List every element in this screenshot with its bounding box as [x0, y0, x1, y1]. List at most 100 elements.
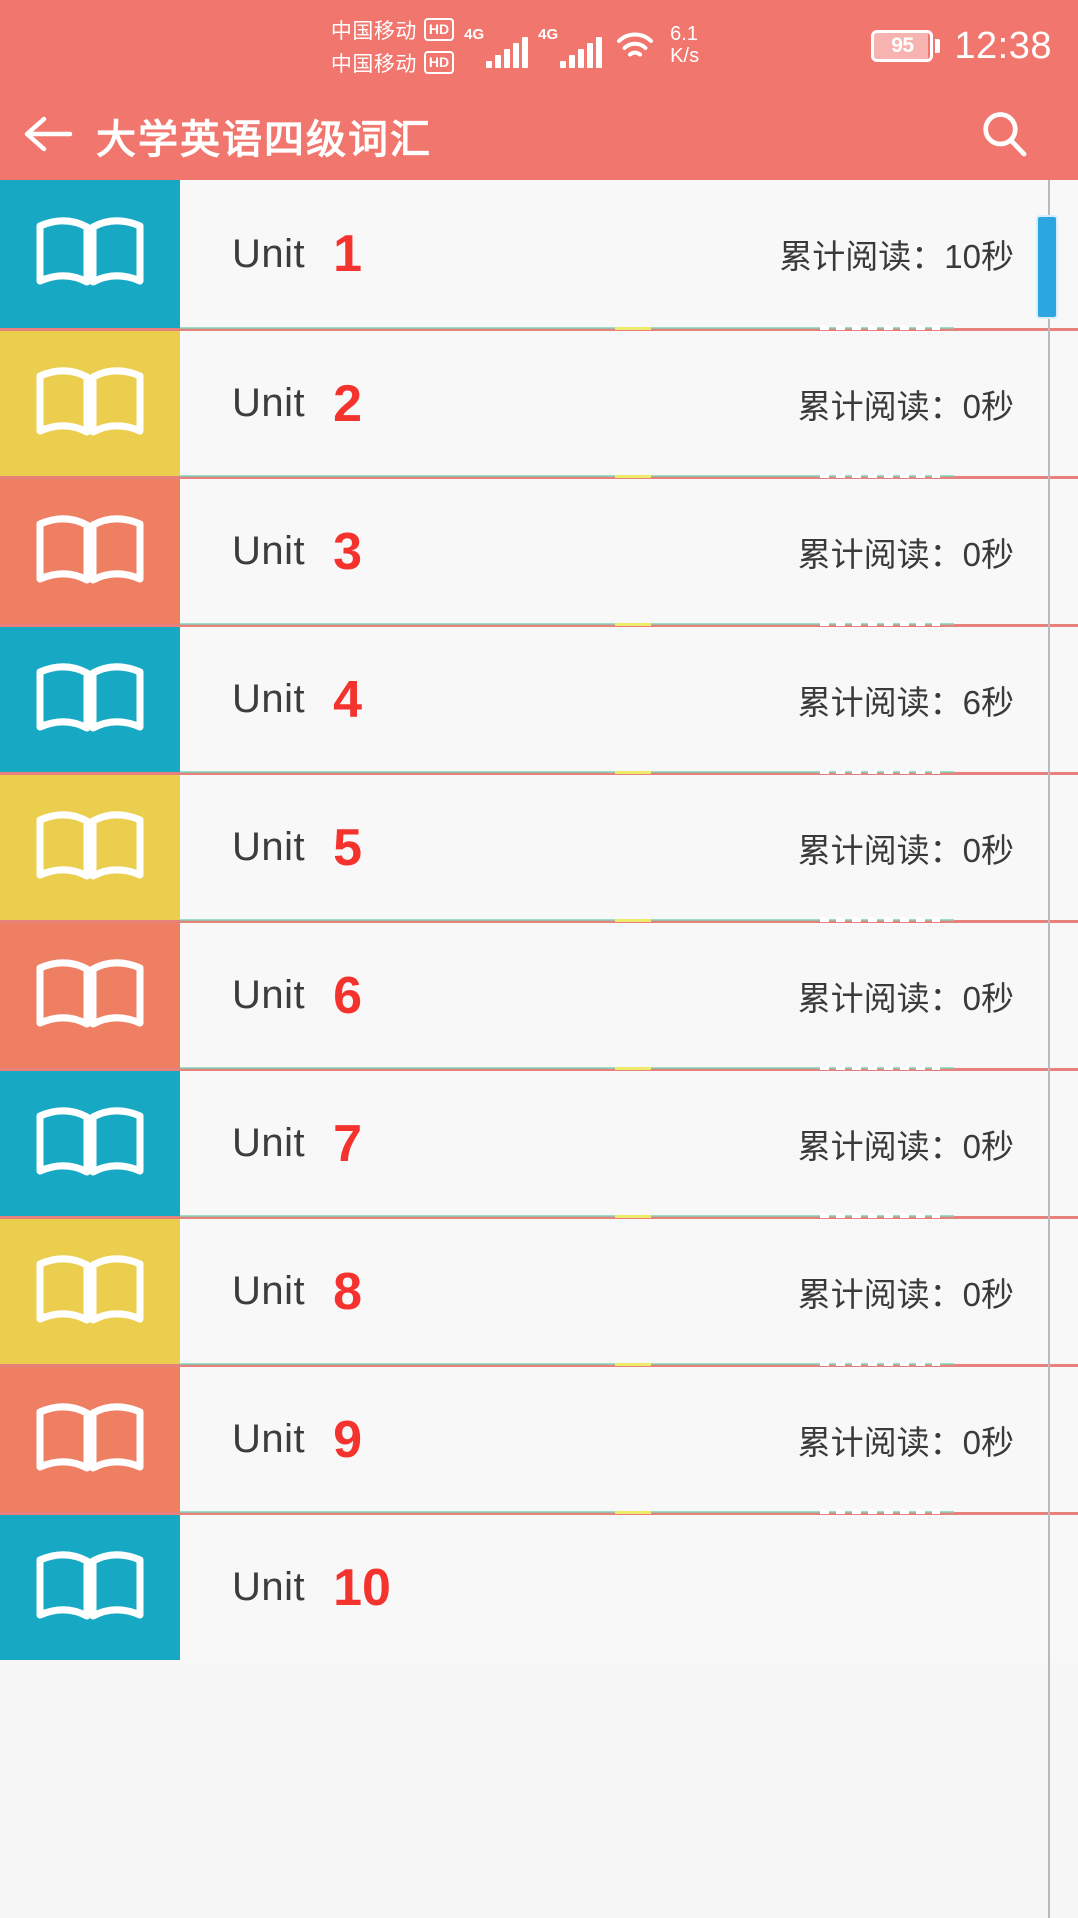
arrow-left-icon [22, 114, 74, 159]
divider-segment-green [180, 475, 954, 477]
unit-number: 10 [333, 1558, 391, 1617]
cumulative-reading-label: 累计阅读：0秒 [797, 1423, 1014, 1461]
signal-bars-icon-2 [560, 37, 603, 68]
network-generation-label-1: 4G [464, 26, 485, 43]
wifi-icon [616, 30, 654, 62]
list-item-unit-1[interactable]: Unit 1 累计阅读：10秒 [0, 180, 1078, 328]
divider-segment-green [180, 1215, 954, 1217]
list-item-unit-3[interactable]: Unit 3 累计阅读：0秒 [0, 474, 1078, 624]
battery-percent-label: 95 [891, 34, 914, 57]
list-item-unit-6[interactable]: Unit 6 累计阅读：0秒 [0, 918, 1078, 1068]
unit-label: Unit [232, 677, 306, 721]
search-button[interactable] [964, 92, 1044, 180]
unit-row-body: Unit 7 累计阅读：0秒 [180, 1071, 1078, 1216]
unit-label: Unit [232, 825, 306, 869]
scrollbar-thumb[interactable] [1036, 214, 1058, 320]
network-speed: 6.1 K/s [670, 24, 699, 67]
divider-segment-yellow [615, 919, 651, 922]
cumulative-reading-label: 累计阅读：0秒 [797, 831, 1014, 869]
status-bar: 中国移动 HD 中国移动 HD 4G 4G 6.1 K/s 95 12:38 [0, 0, 1078, 92]
cumulative-reading-label: 累计阅读：0秒 [797, 387, 1014, 425]
unit-row-body: Unit 4 累计阅读：6秒 [180, 627, 1078, 772]
clock-label: 12:38 [954, 24, 1052, 67]
unit-number: 3 [333, 522, 363, 581]
open-book-icon [34, 1546, 146, 1630]
hd-badge-1: HD [423, 18, 455, 41]
divider-segment-green [180, 1363, 954, 1365]
unit-number: 8 [333, 1262, 363, 1321]
battery-icon: 95 [871, 30, 934, 62]
list-item-unit-4[interactable]: Unit 4 累计阅读：6秒 [0, 622, 1078, 772]
unit-label: Unit [232, 1417, 306, 1461]
carrier-name-1: 中国移动 [330, 19, 417, 43]
unit-thumbnail [0, 1219, 180, 1364]
unit-number: 4 [333, 670, 363, 729]
unit-thumbnail [0, 627, 180, 772]
search-icon [978, 108, 1030, 165]
status-bar-left-cluster: 中国移动 HD 中国移动 HD 4G 4G 6.1 K/s [331, 15, 699, 78]
divider-segment-yellow [615, 623, 651, 626]
unit-thumbnail [0, 1071, 180, 1216]
unit-label: Unit [232, 381, 306, 425]
unit-thumbnail [0, 1367, 180, 1512]
unit-row-body: Unit 2 累计阅读：0秒 [180, 331, 1078, 476]
status-bar-right-cluster: 95 12:38 [871, 0, 1052, 92]
unit-row-body: Unit 9 累计阅读：0秒 [180, 1367, 1078, 1512]
unit-thumbnail [0, 479, 180, 624]
divider-segment-yellow [615, 1067, 651, 1070]
open-book-icon [34, 1398, 146, 1482]
unit-label: Unit [232, 1121, 306, 1165]
list-item-unit-9[interactable]: Unit 9 累计阅读：0秒 [0, 1362, 1078, 1512]
cumulative-reading-label: 累计阅读：0秒 [797, 1127, 1014, 1165]
divider-segment-green [180, 1067, 954, 1069]
scrollbar-track[interactable] [1048, 180, 1050, 1918]
divider-segment-green [180, 919, 954, 921]
open-book-icon [34, 658, 146, 742]
unit-list[interactable]: Unit 1 累计阅读：10秒 Unit 2 累计阅读：0秒 Unit 3 累计… [0, 180, 1078, 1918]
divider-segment-green [180, 771, 954, 773]
open-book-icon [34, 362, 146, 446]
list-item-unit-8[interactable]: Unit 8 累计阅读：0秒 [0, 1214, 1078, 1364]
cumulative-reading-label: 累计阅读：0秒 [797, 535, 1014, 573]
unit-label: Unit [232, 973, 306, 1017]
open-book-icon [34, 954, 146, 1038]
list-item-unit-10[interactable]: Unit 10 [0, 1510, 1078, 1660]
divider-segment-yellow [615, 1215, 651, 1218]
unit-number: 1 [333, 225, 363, 283]
cumulative-reading-label: 累计阅读：6秒 [797, 683, 1014, 721]
list-item-unit-2[interactable]: Unit 2 累计阅读：0秒 [0, 326, 1078, 476]
unit-row-body: Unit 5 累计阅读：0秒 [180, 775, 1078, 920]
unit-number: 5 [333, 818, 363, 877]
unit-number: 9 [333, 1410, 363, 1469]
unit-row-body: Unit 3 累计阅读：0秒 [180, 479, 1078, 624]
hd-badge-2: HD [423, 51, 455, 74]
signal-indicator-1: 4G [464, 24, 529, 68]
unit-thumbnail [0, 923, 180, 1068]
unit-row-body: Unit 10 [180, 1515, 1078, 1660]
carrier-stack: 中国移动 HD 中国移动 HD [330, 15, 455, 78]
cumulative-reading-label: 累计阅读：0秒 [797, 979, 1014, 1017]
page-title: 大学英语四级词汇 [96, 118, 432, 162]
signal-bars-icon-1 [486, 37, 529, 68]
unit-number: 2 [333, 374, 363, 433]
carrier-row: 中国移动 HD [331, 48, 455, 78]
open-book-icon [34, 806, 146, 890]
divider-segment-yellow [615, 1511, 651, 1514]
back-button[interactable] [0, 92, 96, 180]
cumulative-reading-label: 累计阅读：0秒 [797, 1275, 1014, 1313]
unit-row-body: Unit 8 累计阅读：0秒 [180, 1219, 1078, 1364]
unit-label: Unit [232, 1565, 306, 1609]
list-item-unit-7[interactable]: Unit 7 累计阅读：0秒 [0, 1066, 1078, 1216]
unit-number: 7 [333, 1114, 363, 1173]
unit-thumbnail [0, 180, 180, 328]
open-book-icon [34, 510, 146, 594]
divider-segment-green [180, 327, 954, 329]
list-item-unit-5[interactable]: Unit 5 累计阅读：0秒 [0, 770, 1078, 920]
unit-thumbnail [0, 1515, 180, 1660]
unit-thumbnail [0, 775, 180, 920]
network-speed-value: 6.1 [670, 23, 698, 46]
app-bar: 大学英语四级词汇 [0, 92, 1078, 180]
signal-indicator-2: 4G [538, 24, 603, 68]
unit-label: Unit [232, 1269, 306, 1313]
unit-row-body: Unit 6 累计阅读：0秒 [180, 923, 1078, 1068]
